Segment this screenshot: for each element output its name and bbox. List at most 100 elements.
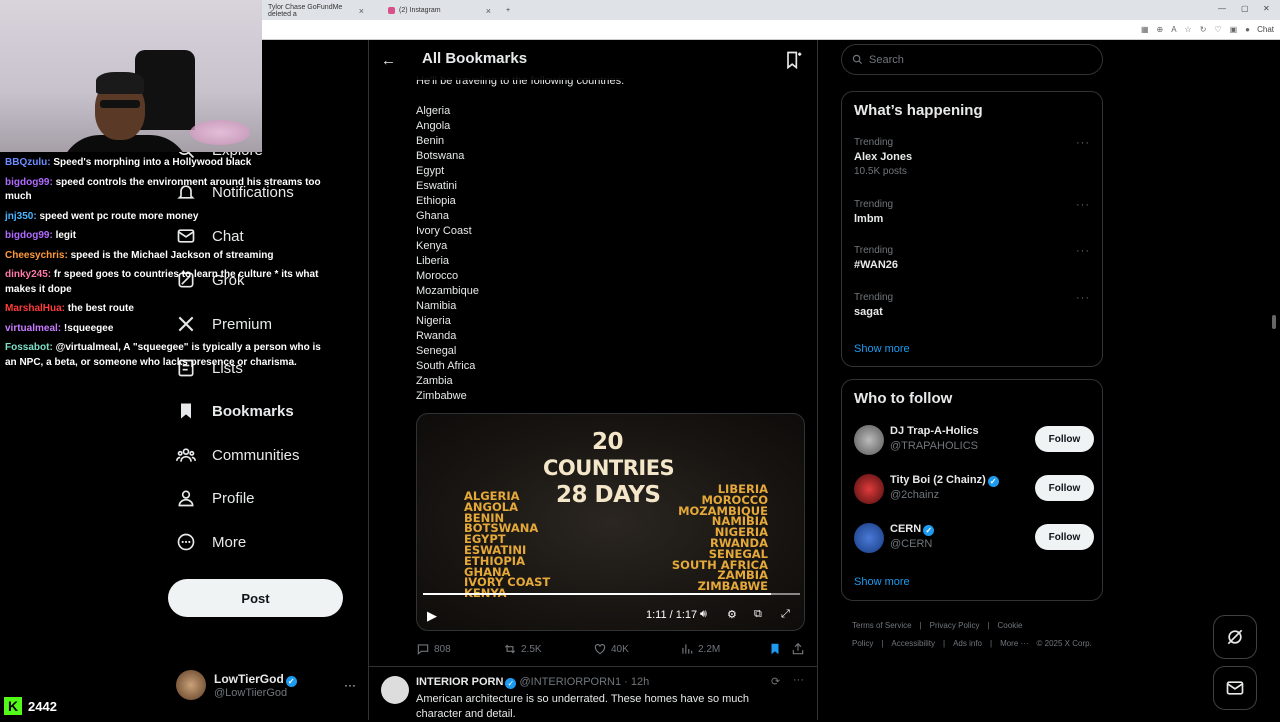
tweet-time[interactable]: · 12h xyxy=(624,676,649,688)
chat-message: bigdog99: legit xyxy=(5,229,325,244)
suggestion-name[interactable]: DJ Trap-A-Holics xyxy=(890,425,979,437)
footer-link[interactable]: Accessibility xyxy=(891,639,935,648)
trend-more-icon[interactable]: ··· xyxy=(1076,137,1090,149)
communities-icon xyxy=(176,448,196,462)
extension-icon[interactable]: ▦ xyxy=(1141,25,1149,34)
zoom-icon[interactable]: ⊕ xyxy=(1157,25,1164,34)
verified-badge-icon: ✓ xyxy=(987,476,999,487)
suggestion-name-row[interactable]: Tity Boi (2 Chainz) ✓ xyxy=(890,474,999,487)
settings-gear-icon[interactable]: ⚙ xyxy=(727,608,737,621)
chat-username[interactable]: bigdog99: xyxy=(5,230,53,241)
minimize-icon[interactable]: — xyxy=(1218,4,1226,13)
views-button[interactable]: 2.2M xyxy=(680,642,720,656)
collections-icon[interactable]: ▣ xyxy=(1230,25,1238,34)
suggestion-name-row[interactable]: CERN ✓ xyxy=(890,523,935,536)
maximize-icon[interactable]: ▢ xyxy=(1241,4,1249,13)
nav-communities[interactable]: Communities xyxy=(176,445,300,465)
picture-in-picture-icon[interactable]: ⧉ xyxy=(754,608,762,621)
country-item: Egypt xyxy=(416,165,445,177)
share-button[interactable] xyxy=(791,642,805,656)
follow-button[interactable]: Follow xyxy=(1035,524,1094,550)
chat-username[interactable]: virtualmeal: xyxy=(5,323,61,334)
tweet-author-handle[interactable]: @INTERIORPORN1 xyxy=(519,676,621,688)
account-more-icon[interactable]: ··· xyxy=(344,678,356,692)
avatar[interactable] xyxy=(854,425,884,455)
page-title: All Bookmarks xyxy=(422,50,528,67)
scrollbar[interactable] xyxy=(1272,315,1276,329)
footer-link[interactable]: More ··· xyxy=(1000,639,1028,648)
trend-item[interactable]: Trending sagat ··· xyxy=(854,292,1094,318)
footer-link[interactable]: Ads info xyxy=(953,639,982,648)
trend-item[interactable]: Trending Alex Jones 10.5K posts ··· xyxy=(854,137,1094,177)
bookmark-button[interactable] xyxy=(768,642,782,656)
back-arrow-icon[interactable]: ← xyxy=(381,52,396,69)
tweet-author-name[interactable]: INTERIOR PORN xyxy=(416,676,503,688)
avatar[interactable] xyxy=(854,474,884,504)
account-switcher[interactable]: LowTierGod ✓ @LowTiierGod ··· xyxy=(176,667,356,703)
chat-username[interactable]: Cheesychris: xyxy=(5,250,68,261)
new-tab-button[interactable]: + xyxy=(500,3,516,18)
video-player[interactable]: 20 COUNTRIES 28 DAYS ALGERIA ANGOLA BENIN B… xyxy=(416,413,805,631)
webcam-overlay xyxy=(0,0,262,152)
chat-username[interactable]: jnj350: xyxy=(5,211,37,222)
chat-text: Speed's morphing into a Hollywood black xyxy=(53,157,252,168)
trend-more-icon[interactable]: ··· xyxy=(1076,292,1090,304)
avatar[interactable] xyxy=(854,523,884,553)
chat-username[interactable]: Fossabot: xyxy=(5,342,53,353)
video-progress-bar[interactable] xyxy=(423,593,800,595)
close-tab-icon[interactable]: × xyxy=(359,6,364,16)
favorites-icon[interactable]: ♡ xyxy=(1214,25,1221,34)
repost-button[interactable]: 2.5K xyxy=(503,642,542,656)
like-button[interactable]: 40K xyxy=(593,642,629,656)
video-progress-fill xyxy=(423,593,771,595)
nav-more[interactable]: More xyxy=(176,532,246,552)
trend-item[interactable]: Trending lmbm ··· xyxy=(854,199,1094,225)
nav-profile[interactable]: Profile xyxy=(176,488,255,508)
video-title-line: 28 DAYS xyxy=(556,482,661,508)
fullscreen-icon[interactable]: ⤢ xyxy=(781,608,790,621)
tweet[interactable]: INTERIOR PORN ✓ @INTERIORPORN1 · 12h ⟳ ··… xyxy=(369,666,817,720)
reply-icon xyxy=(417,644,429,655)
profile-icon[interactable]: ● xyxy=(1245,25,1250,34)
messages-fab[interactable] xyxy=(1213,666,1257,710)
video-country-list-right: LIBERIA MOROCCO MOZAMBIQUE NAMIBIA NIGERIA RW… xyxy=(672,483,768,592)
add-bookmark-folder-icon[interactable] xyxy=(783,50,803,70)
trend-more-icon[interactable]: ··· xyxy=(1076,199,1090,211)
close-window-icon[interactable]: ✕ xyxy=(1263,4,1270,13)
read-aloud-icon[interactable]: A xyxy=(1171,25,1176,34)
follow-suggestion[interactable]: Tity Boi (2 Chainz) ✓ @2chainz Follow xyxy=(854,472,1094,508)
footer-link[interactable]: Privacy Policy xyxy=(930,621,980,630)
follow-button[interactable]: Follow xyxy=(1035,475,1094,501)
footer-link[interactable]: © 2025 X Corp. xyxy=(1037,639,1092,648)
video-time: 1:11 / 1:17 xyxy=(646,609,698,621)
browser-tab[interactable]: (2) Instagram × xyxy=(382,3,497,18)
browser-tab[interactable]: Tylor Chase GoFundMe deleted a × xyxy=(262,3,370,18)
verified-badge-icon: ✓ xyxy=(285,675,297,687)
trend-item[interactable]: Trending #WAN26 ··· xyxy=(854,245,1094,271)
tweet-more-icon[interactable]: ··· xyxy=(793,674,804,686)
copilot-chat-label[interactable]: Chat xyxy=(1257,25,1274,34)
post-button[interactable]: Post xyxy=(168,579,343,617)
chat-username[interactable]: BBQzulu: xyxy=(5,157,51,168)
favorite-star-icon[interactable]: ☆ xyxy=(1185,25,1192,34)
follow-suggestion[interactable]: DJ Trap-A-Holics @TRAPAHOLICS Follow xyxy=(854,423,1094,459)
grok-fab[interactable] xyxy=(1213,615,1257,659)
footer-link[interactable]: Terms of Service xyxy=(852,621,912,630)
search-input[interactable]: Search xyxy=(841,44,1103,75)
show-more-link[interactable]: Show more xyxy=(854,576,910,588)
grok-explain-icon[interactable]: ⟳ xyxy=(771,675,780,688)
follow-button[interactable]: Follow xyxy=(1035,426,1094,452)
refresh-icon[interactable]: ↻ xyxy=(1200,25,1207,34)
chat-username[interactable]: MarshalHua: xyxy=(5,303,65,314)
close-tab-icon[interactable]: × xyxy=(486,6,491,16)
play-icon[interactable]: ▶ xyxy=(427,608,437,624)
volume-icon[interactable]: 🔊︎ xyxy=(700,608,707,621)
follow-suggestion[interactable]: CERN ✓ @CERN Follow xyxy=(854,521,1094,557)
show-more-link[interactable]: Show more xyxy=(854,343,910,355)
chat-username[interactable]: dinky245: xyxy=(5,269,51,280)
avatar[interactable] xyxy=(381,676,409,704)
reply-button[interactable]: 808 xyxy=(416,642,451,656)
nav-bookmarks[interactable]: Bookmarks xyxy=(176,401,294,421)
chat-username[interactable]: bigdog99: xyxy=(5,177,53,188)
trend-more-icon[interactable]: ··· xyxy=(1076,245,1090,257)
